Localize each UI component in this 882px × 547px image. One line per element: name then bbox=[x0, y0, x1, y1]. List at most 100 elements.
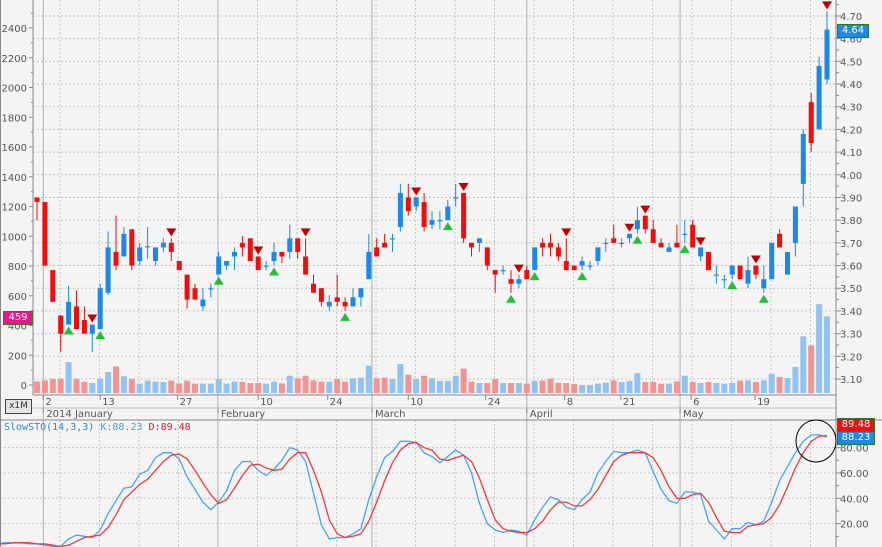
volume-tick-label: 600 bbox=[8, 292, 27, 303]
volume-bar bbox=[34, 381, 40, 393]
day-label: 10 bbox=[410, 397, 423, 408]
candle-body bbox=[737, 265, 743, 280]
candle-body bbox=[769, 242, 775, 280]
stoch-d-line bbox=[0, 434, 828, 547]
volume-bar bbox=[207, 383, 214, 393]
volume-bar bbox=[215, 379, 222, 393]
candle-body bbox=[89, 324, 95, 334]
volume-bar bbox=[531, 380, 538, 393]
price-tick-label: 4.50 bbox=[840, 57, 862, 68]
volume-bar bbox=[713, 383, 720, 393]
volume-bar bbox=[800, 336, 807, 393]
volume-tick-label: 200 bbox=[8, 351, 27, 362]
sell-arrow-icon bbox=[253, 246, 264, 255]
volume-bar bbox=[421, 375, 428, 393]
volume-bar bbox=[176, 383, 183, 393]
candle-body bbox=[642, 215, 648, 230]
candle-body bbox=[326, 301, 332, 307]
sell-arrow-icon bbox=[695, 237, 706, 246]
volume-bar bbox=[168, 380, 175, 393]
month-label: February bbox=[221, 409, 265, 420]
volume-bar bbox=[721, 383, 728, 393]
candle-body bbox=[81, 320, 87, 334]
sell-arrow-icon bbox=[822, 1, 832, 10]
volume-bar bbox=[824, 316, 830, 393]
volume-marker-badge: 459 bbox=[3, 311, 33, 325]
day-label: 24 bbox=[330, 397, 343, 408]
volume-bar bbox=[705, 381, 712, 393]
day-label: 13 bbox=[102, 397, 115, 408]
volume-tick-label: 800 bbox=[8, 262, 27, 273]
candle-body bbox=[137, 247, 143, 262]
volume-bar bbox=[452, 375, 459, 393]
volume-bar bbox=[492, 379, 499, 393]
volume-bar bbox=[373, 378, 380, 393]
price-tick-label: 3.70 bbox=[840, 239, 862, 250]
candle-body bbox=[500, 270, 506, 272]
candle-body bbox=[540, 242, 546, 248]
stoch-k-line bbox=[0, 434, 828, 547]
sell-arrow-icon bbox=[411, 187, 422, 196]
candle-body bbox=[397, 192, 403, 227]
candle-body bbox=[263, 265, 269, 267]
stock-chart[interactable]: 3.10 3.20 3.30 3.40 3.50 3.60 3.70 3.80 3.90 4.00… bbox=[0, 0, 882, 547]
sell-arrow-icon bbox=[640, 205, 651, 214]
volume-tick-label: 1800 bbox=[2, 113, 27, 124]
volume-bar bbox=[476, 383, 483, 393]
stoch-tick-label: 80.00 bbox=[840, 444, 869, 455]
volume-bar bbox=[563, 383, 570, 393]
volume-tick-label: 1000 bbox=[2, 232, 27, 243]
volume-bar bbox=[760, 380, 767, 393]
candle-body bbox=[105, 247, 111, 293]
volume-bar bbox=[342, 381, 349, 393]
volume-bar bbox=[199, 383, 206, 393]
candle-body bbox=[777, 233, 783, 248]
candle-body bbox=[413, 197, 419, 207]
candle-body bbox=[192, 288, 198, 300]
candle-body bbox=[66, 301, 72, 325]
candle-body bbox=[208, 288, 214, 290]
candlesticks bbox=[34, 11, 830, 352]
candle-body bbox=[619, 242, 625, 244]
volume-bar bbox=[286, 375, 293, 393]
volume-tick-label: 1400 bbox=[2, 173, 27, 184]
candle-body bbox=[42, 202, 48, 266]
candle-body bbox=[587, 265, 593, 267]
volume-bar bbox=[673, 381, 680, 393]
k-value-badge: 88.23 bbox=[837, 431, 875, 445]
period-button[interactable]: x1M bbox=[5, 399, 32, 414]
candle-body bbox=[682, 233, 688, 235]
buy-arrow-icon bbox=[632, 235, 643, 244]
volume-bar bbox=[539, 380, 546, 393]
candle-body bbox=[461, 192, 467, 239]
candle-body bbox=[287, 238, 293, 252]
month-label: May bbox=[683, 409, 704, 420]
month-label: 2014 January bbox=[46, 409, 113, 420]
candle-body bbox=[247, 238, 253, 262]
price-tick-label: 3.20 bbox=[840, 352, 862, 363]
volume-bars bbox=[34, 304, 830, 393]
candle-body bbox=[421, 202, 427, 227]
volume-bar bbox=[144, 380, 151, 393]
volume-bar bbox=[429, 378, 435, 393]
price-tick-label: 3.40 bbox=[840, 307, 862, 318]
candle-body bbox=[548, 242, 553, 248]
candle-body bbox=[579, 261, 585, 266]
volume-bar bbox=[681, 375, 688, 393]
candle-body bbox=[334, 297, 340, 302]
buy-arrow-icon bbox=[727, 281, 738, 290]
volume-bar bbox=[555, 382, 562, 393]
candle-body bbox=[611, 238, 617, 243]
candle-body bbox=[516, 279, 522, 284]
volume-bar bbox=[255, 383, 262, 393]
price-tick-label: 3.50 bbox=[840, 284, 862, 295]
stoch-tick-label: 40.00 bbox=[840, 494, 869, 505]
candle-body bbox=[374, 247, 380, 257]
candle-body bbox=[800, 133, 806, 184]
candle-body bbox=[176, 261, 182, 271]
candle-body bbox=[453, 197, 459, 199]
candle-body bbox=[429, 220, 435, 225]
volume-bar bbox=[468, 381, 475, 393]
sell-arrow-icon bbox=[624, 223, 635, 232]
volume-bar bbox=[413, 379, 420, 393]
